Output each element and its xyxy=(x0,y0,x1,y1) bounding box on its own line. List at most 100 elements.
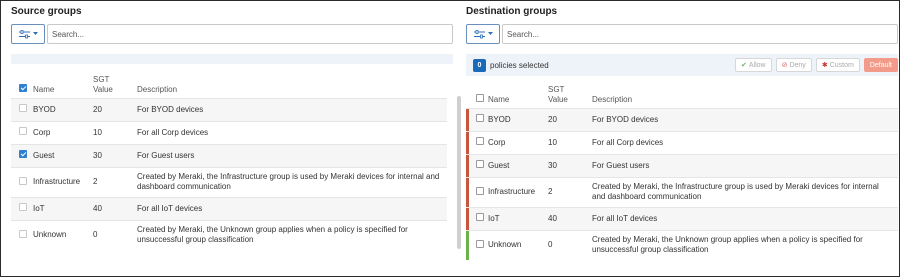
allow-button[interactable]: ✔ Allow xyxy=(734,58,772,72)
row-checkbox[interactable] xyxy=(476,239,484,248)
group-name: Infrastructure xyxy=(33,166,93,197)
group-name: IoT xyxy=(33,196,93,220)
custom-button[interactable]: ✱ Custom xyxy=(815,58,860,72)
table-row[interactable]: Unknown 0 Created by Meraki, the Unknown g… xyxy=(11,219,447,250)
custom-label: Custom xyxy=(829,61,854,69)
source-select-all-checkbox[interactable] xyxy=(19,83,27,92)
table-row[interactable]: BYOD 20 For BYOD devices xyxy=(11,97,447,121)
group-name: Guest xyxy=(33,143,93,167)
row-checkbox[interactable] xyxy=(476,160,484,168)
source-header-band xyxy=(11,54,453,64)
group-name: BYOD xyxy=(33,97,93,121)
source-search-input[interactable] xyxy=(47,24,453,44)
sgt-value: 40 xyxy=(548,206,592,230)
sgt-value: 20 xyxy=(548,107,592,131)
deny-button[interactable]: ⊘ Deny xyxy=(775,58,812,72)
column-header-description[interactable]: Description xyxy=(592,81,898,108)
column-header-description[interactable]: Description xyxy=(137,66,447,98)
default-button[interactable]: Default xyxy=(863,58,898,72)
group-description: Created by Meraki, the Infrastructure gr… xyxy=(592,176,898,207)
sgt-value: 30 xyxy=(548,153,592,177)
source-groups-title: Source groups xyxy=(11,6,82,17)
column-header-name[interactable]: Name xyxy=(488,81,548,108)
source-filter-button[interactable] xyxy=(11,24,45,44)
selected-count-badge: 0 xyxy=(473,58,486,72)
group-description: For Guest users xyxy=(137,143,447,167)
policy-status-bar xyxy=(466,207,469,230)
policy-status-bar xyxy=(466,131,469,154)
policy-status-bar xyxy=(466,108,469,131)
row-checkbox[interactable] xyxy=(476,137,484,145)
destination-filter-button[interactable] xyxy=(466,24,500,44)
policy-status-bar xyxy=(466,154,469,177)
group-description: For BYOD devices xyxy=(137,97,447,121)
table-row[interactable]: Corp 10 For all Corp devices xyxy=(466,130,898,154)
group-name: Corp xyxy=(33,120,93,144)
column-header-sgt[interactable]: SGT Value xyxy=(548,81,592,108)
group-description: For all IoT devices xyxy=(592,206,898,230)
destination-search-input[interactable] xyxy=(502,24,898,44)
row-checkbox[interactable] xyxy=(19,150,27,158)
group-description: For all Corp devices xyxy=(137,120,447,144)
sliders-icon xyxy=(18,29,30,38)
policy-actions: ✔ Allow ⊘ Deny ✱ Custom Default xyxy=(734,58,898,72)
table-row[interactable]: Infrastructure 2 Created by Meraki, the In… xyxy=(11,166,447,197)
row-checkbox[interactable] xyxy=(19,229,27,238)
policy-status-bar xyxy=(466,230,469,260)
table-row[interactable]: IoT 40 For all IoT devices xyxy=(466,206,898,230)
default-label: Default xyxy=(869,61,892,69)
row-checkbox[interactable] xyxy=(19,127,27,135)
deny-label: Deny xyxy=(789,61,806,69)
group-description: For BYOD devices xyxy=(592,107,898,131)
caret-down-icon xyxy=(32,32,38,35)
group-description: Created by Meraki, the Unknown group app… xyxy=(592,229,898,260)
destination-groups-table: Name SGT Value Description BYOD 20 For BYO… xyxy=(466,81,898,260)
row-checkbox[interactable] xyxy=(476,213,484,221)
sgt-value: 0 xyxy=(548,229,592,260)
column-header-sgt[interactable]: SGT Value xyxy=(93,66,137,98)
row-checkbox[interactable] xyxy=(476,114,484,122)
source-search-row xyxy=(11,24,453,44)
row-checkbox[interactable] xyxy=(476,186,484,195)
table-row[interactable]: IoT 40 For all IoT devices xyxy=(11,196,447,220)
policy-status-bar xyxy=(466,177,469,207)
sgt-value: 0 xyxy=(93,219,137,250)
sgt-value: 20 xyxy=(93,97,137,121)
group-description: Created by Meraki, the Unknown group app… xyxy=(137,219,447,250)
table-row[interactable]: Guest 30 For Guest users xyxy=(466,153,898,177)
source-scrollbar[interactable] xyxy=(457,96,461,249)
group-description: Created by Meraki, the Infrastructure gr… xyxy=(137,166,447,197)
group-name: Guest xyxy=(488,153,548,177)
caret-down-icon xyxy=(487,32,493,35)
source-groups-table: Name SGT Value Description BYOD 20 For BYO… xyxy=(11,66,447,250)
group-name: Unknown xyxy=(488,229,548,260)
row-checkbox[interactable] xyxy=(19,203,27,211)
sgt-value: 40 xyxy=(93,196,137,220)
table-row[interactable]: Unknown 0 Created by Meraki, the Unknown g… xyxy=(466,229,898,260)
group-description: For Guest users xyxy=(592,153,898,177)
allow-label: Allow xyxy=(748,61,766,69)
sgt-value: 2 xyxy=(93,166,137,197)
sgt-value: 2 xyxy=(548,176,592,207)
asterisk-icon: ✱ xyxy=(821,62,828,69)
table-row[interactable]: BYOD 20 For BYOD devices xyxy=(466,107,898,131)
check-icon: ✔ xyxy=(740,62,747,69)
table-row[interactable]: Corp 10 For all Corp devices xyxy=(11,120,447,144)
destination-groups-title: Destination groups xyxy=(466,6,558,17)
ban-icon: ⊘ xyxy=(781,62,788,69)
row-checkbox[interactable] xyxy=(19,176,27,185)
sgt-value: 10 xyxy=(93,120,137,144)
window-frame: Source groups Name SGT Value Description… xyxy=(0,0,900,277)
group-description: For all Corp devices xyxy=(592,130,898,154)
row-checkbox[interactable] xyxy=(19,104,27,112)
column-header-name[interactable]: Name xyxy=(33,66,93,98)
group-name: Infrastructure xyxy=(488,176,548,207)
group-name: IoT xyxy=(488,206,548,230)
destination-select-all-checkbox[interactable] xyxy=(476,93,484,102)
table-row[interactable]: Guest 30 For Guest users xyxy=(11,143,447,167)
sgt-value: 30 xyxy=(93,143,137,167)
group-description: For all IoT devices xyxy=(137,196,447,220)
table-row[interactable]: Infrastructure 2 Created by Meraki, the In… xyxy=(466,176,898,207)
sliders-icon xyxy=(473,29,485,38)
group-name: Corp xyxy=(488,130,548,154)
